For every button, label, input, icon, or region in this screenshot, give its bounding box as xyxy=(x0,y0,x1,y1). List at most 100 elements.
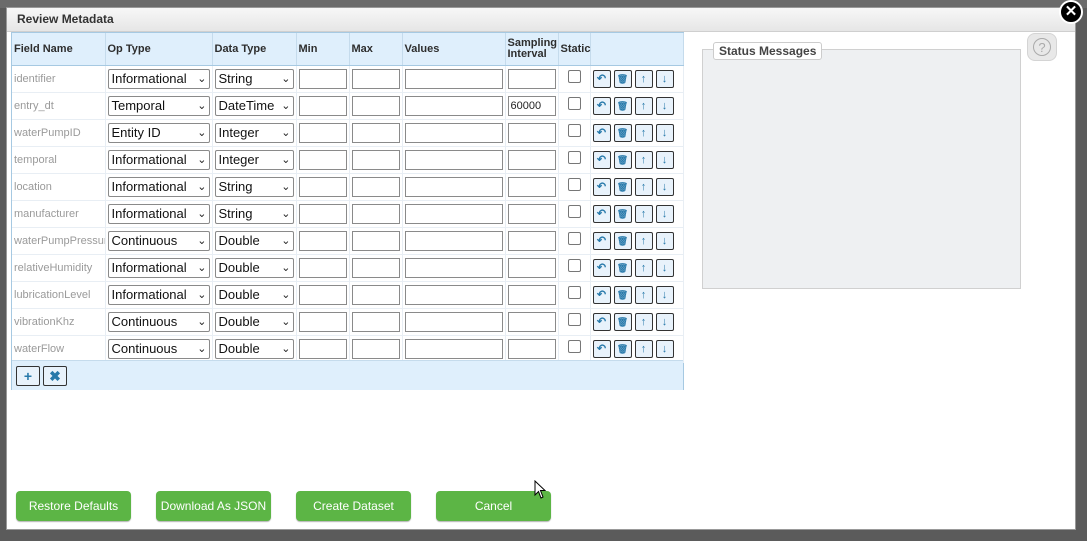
static-checkbox[interactable] xyxy=(567,177,581,191)
static-checkbox[interactable] xyxy=(567,339,581,353)
delete-row-button[interactable]: 🗑 xyxy=(613,313,632,331)
sampling-interval-input[interactable] xyxy=(507,312,556,332)
op-type-select[interactable]: Informational ⌄ xyxy=(107,285,210,305)
min-input[interactable] xyxy=(298,285,347,305)
undo-row-button[interactable]: ↶ xyxy=(592,340,611,358)
min-input[interactable] xyxy=(298,231,347,251)
undo-row-button[interactable]: ↶ xyxy=(592,313,611,331)
max-input[interactable] xyxy=(351,231,400,251)
move-down-button[interactable]: ↓ xyxy=(655,232,674,250)
values-input[interactable] xyxy=(404,258,503,278)
data-type-select[interactable]: DateTime ⌄ xyxy=(214,96,294,116)
download-json-button[interactable]: Download As JSON xyxy=(156,491,271,521)
max-input[interactable] xyxy=(351,69,400,89)
sampling-interval-input[interactable] xyxy=(507,150,556,170)
values-input[interactable] xyxy=(404,204,503,224)
move-down-button[interactable]: ↓ xyxy=(655,286,674,304)
move-down-button[interactable]: ↓ xyxy=(655,178,674,196)
add-row-button[interactable]: + xyxy=(16,366,40,386)
values-input[interactable] xyxy=(404,231,503,251)
data-type-select[interactable]: Double ⌄ xyxy=(214,258,294,278)
undo-row-button[interactable]: ↶ xyxy=(592,124,611,142)
move-down-button[interactable]: ↓ xyxy=(655,97,674,115)
values-input[interactable] xyxy=(404,339,503,359)
undo-row-button[interactable]: ↶ xyxy=(592,178,611,196)
min-input[interactable] xyxy=(298,123,347,143)
static-checkbox[interactable] xyxy=(567,312,581,326)
move-down-button[interactable]: ↓ xyxy=(655,124,674,142)
op-type-select[interactable]: Temporal ⌄ xyxy=(107,96,210,116)
values-input[interactable] xyxy=(404,150,503,170)
values-input[interactable] xyxy=(404,285,503,305)
move-up-button[interactable]: ↑ xyxy=(634,124,653,142)
move-down-button[interactable]: ↓ xyxy=(655,259,674,277)
op-type-select[interactable]: Continuous ⌄ xyxy=(107,312,210,332)
max-input[interactable] xyxy=(351,339,400,359)
static-checkbox[interactable] xyxy=(567,285,581,299)
max-input[interactable] xyxy=(351,258,400,278)
move-down-button[interactable]: ↓ xyxy=(655,70,674,88)
op-type-select[interactable]: Continuous ⌄ xyxy=(107,339,210,359)
data-type-select[interactable]: Integer ⌄ xyxy=(214,150,294,170)
values-input[interactable] xyxy=(404,69,503,89)
delete-row-button[interactable]: 🗑 xyxy=(613,286,632,304)
static-checkbox[interactable] xyxy=(567,204,581,218)
max-input[interactable] xyxy=(351,285,400,305)
undo-row-button[interactable]: ↶ xyxy=(592,70,611,88)
move-up-button[interactable]: ↑ xyxy=(634,286,653,304)
delete-row-button[interactable]: 🗑 xyxy=(613,178,632,196)
op-type-select[interactable]: Informational ⌄ xyxy=(107,258,210,278)
data-type-select[interactable]: Double ⌄ xyxy=(214,312,294,332)
static-checkbox[interactable] xyxy=(567,123,581,137)
sampling-interval-input[interactable] xyxy=(507,258,556,278)
move-up-button[interactable]: ↑ xyxy=(634,178,653,196)
data-type-select[interactable]: Double ⌄ xyxy=(214,231,294,251)
delete-row-button[interactable]: 🗑 xyxy=(613,70,632,88)
undo-row-button[interactable]: ↶ xyxy=(592,232,611,250)
max-input[interactable] xyxy=(351,204,400,224)
sampling-interval-input[interactable] xyxy=(507,339,556,359)
delete-row-button[interactable]: 🗑 xyxy=(613,259,632,277)
delete-row-button[interactable]: 🗑 xyxy=(613,97,632,115)
data-type-select[interactable]: String ⌄ xyxy=(214,69,294,89)
sampling-interval-input[interactable] xyxy=(507,285,556,305)
sampling-interval-input[interactable] xyxy=(507,177,556,197)
move-down-button[interactable]: ↓ xyxy=(655,313,674,331)
data-type-select[interactable]: Double ⌄ xyxy=(214,285,294,305)
max-input[interactable] xyxy=(351,177,400,197)
static-checkbox[interactable] xyxy=(567,69,581,83)
undo-row-button[interactable]: ↶ xyxy=(592,97,611,115)
move-down-button[interactable]: ↓ xyxy=(655,205,674,223)
data-type-select[interactable]: Double ⌄ xyxy=(214,339,294,359)
data-type-select[interactable]: String ⌄ xyxy=(214,204,294,224)
values-input[interactable] xyxy=(404,312,503,332)
min-input[interactable] xyxy=(298,177,347,197)
data-type-select[interactable]: Integer ⌄ xyxy=(214,123,294,143)
max-input[interactable] xyxy=(351,123,400,143)
undo-row-button[interactable]: ↶ xyxy=(592,205,611,223)
delete-row-button[interactable]: 🗑 xyxy=(613,151,632,169)
delete-row-button[interactable]: 🗑 xyxy=(613,232,632,250)
min-input[interactable] xyxy=(298,150,347,170)
max-input[interactable] xyxy=(351,150,400,170)
values-input[interactable] xyxy=(404,96,503,116)
delete-row-button[interactable]: ✖ xyxy=(43,366,67,386)
sampling-interval-input[interactable]: 60000 xyxy=(507,96,556,116)
delete-row-button[interactable]: 🗑 xyxy=(613,340,632,358)
sampling-interval-input[interactable] xyxy=(507,69,556,89)
move-up-button[interactable]: ↑ xyxy=(634,259,653,277)
static-checkbox[interactable] xyxy=(567,231,581,245)
undo-row-button[interactable]: ↶ xyxy=(592,286,611,304)
min-input[interactable] xyxy=(298,258,347,278)
min-input[interactable] xyxy=(298,312,347,332)
min-input[interactable] xyxy=(298,339,347,359)
help-button[interactable]: ? xyxy=(1027,33,1057,61)
close-dialog-button[interactable]: ✕ xyxy=(1059,0,1083,24)
min-input[interactable] xyxy=(298,204,347,224)
move-up-button[interactable]: ↑ xyxy=(634,340,653,358)
move-up-button[interactable]: ↑ xyxy=(634,232,653,250)
op-type-select[interactable]: Informational ⌄ xyxy=(107,150,210,170)
min-input[interactable] xyxy=(298,69,347,89)
min-input[interactable] xyxy=(298,96,347,116)
op-type-select[interactable]: Informational ⌄ xyxy=(107,177,210,197)
